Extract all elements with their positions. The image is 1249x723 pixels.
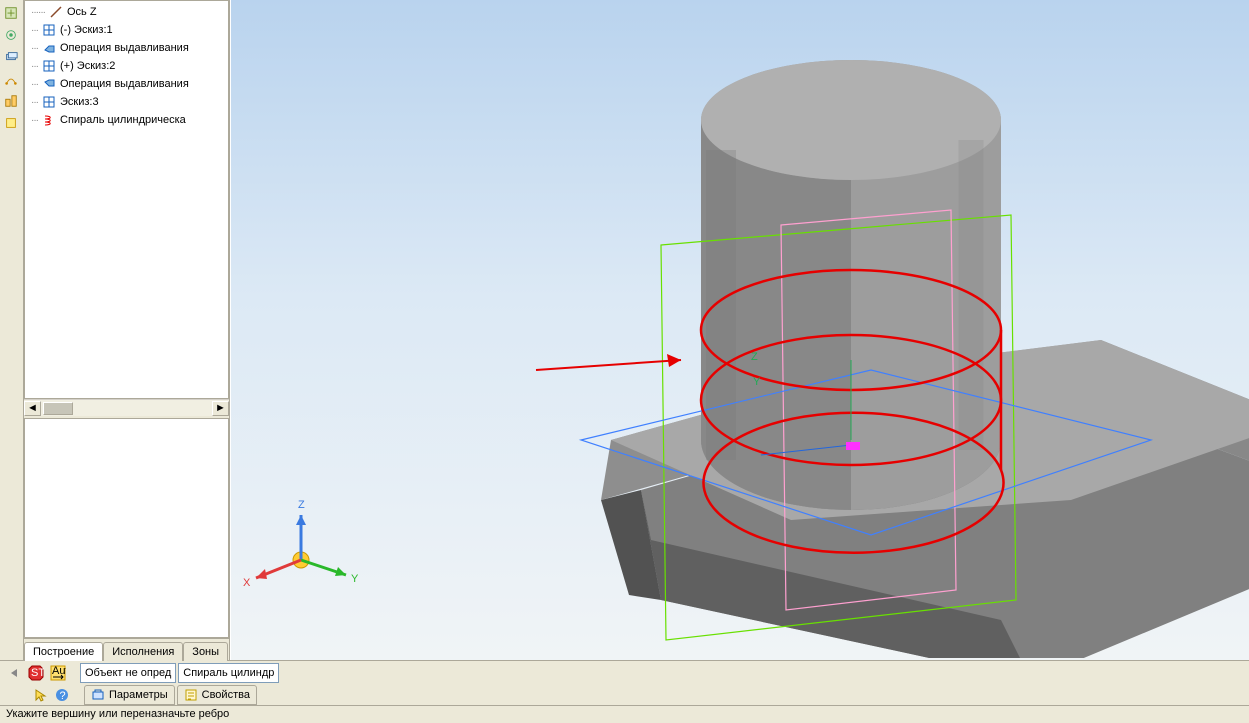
origin-z-label: Z [751, 351, 758, 363]
tree-item-label: (-) Эскиз:1 [60, 24, 113, 36]
parameters-icon [91, 688, 105, 702]
auto-icon[interactable]: Auto [48, 663, 68, 683]
help-icon[interactable]: ? [52, 685, 72, 705]
annotation-arrow [536, 354, 681, 370]
vertical-toolbar [0, 0, 24, 660]
svg-text:Auto: Auto [52, 665, 66, 677]
tree-item-label: Операция выдавливания [60, 42, 189, 54]
tree-item-axis-z[interactable]: ······ Ось Z [25, 3, 228, 21]
object-field[interactable]: Объект не опред [80, 663, 176, 683]
tool-button-6[interactable] [0, 112, 22, 134]
back-arrow-icon[interactable] [4, 663, 24, 683]
tool-button-2[interactable] [0, 24, 22, 46]
tab-parameters[interactable]: Параметры [84, 685, 175, 705]
scroll-thumb[interactable] [43, 402, 73, 415]
tab-properties[interactable]: Свойства [177, 685, 257, 705]
tree-item-sketch-1[interactable]: ··· (-) Эскиз:1 [25, 21, 228, 39]
left-panel: ······ Ось Z ··· (-) Эскиз:1 ··· Операци… [24, 0, 230, 660]
feature-tree: ······ Ось Z ··· (-) Эскиз:1 ··· Операци… [24, 0, 229, 399]
scroll-right-arrow[interactable]: ► [212, 401, 229, 416]
tool-button-5[interactable] [0, 90, 22, 112]
axis-z-label: Z [298, 499, 305, 511]
axis-icon [49, 5, 63, 19]
tool-button-3[interactable] [0, 46, 22, 68]
tab-label: Свойства [202, 689, 250, 701]
tree-item-spiral[interactable]: ··· Спираль цилиндрическа [25, 111, 228, 129]
tool-button-4[interactable] [0, 68, 22, 90]
tree-item-label: (+) Эскиз:2 [60, 60, 115, 72]
3d-viewport[interactable]: Z Y Z [230, 0, 1249, 660]
tab-label: Построение [33, 646, 94, 658]
status-bar: Укажите вершину или переназначьте ребро [0, 705, 1249, 723]
properties-icon [184, 688, 198, 702]
tab-build[interactable]: Построение [24, 642, 103, 661]
tree-item-label: Спираль цилиндрическа [60, 114, 186, 126]
command-bar: STOP Auto Объект не опред Спираль цилинд… [0, 660, 1249, 705]
tab-label: Параметры [109, 689, 168, 701]
extrude-icon [42, 77, 56, 91]
selection-tool-icon[interactable] [30, 685, 50, 705]
tree-item-label: Эскиз:3 [60, 96, 99, 108]
tab-executions[interactable]: Исполнения [103, 642, 183, 661]
origin-y-label: Y [753, 376, 761, 388]
status-text: Укажите вершину или переназначьте ребро [6, 708, 229, 720]
lower-panel [24, 418, 229, 638]
svg-text:STOP: STOP [31, 667, 44, 679]
axis-triad: Z Y X [243, 499, 359, 589]
tree-item-extrude-1[interactable]: ··· Операция выдавливания [25, 39, 228, 57]
tree-tabs: Построение Исполнения Зоны [24, 638, 229, 660]
tree-item-extrude-2[interactable]: ··· Операция выдавливания [25, 75, 228, 93]
axis-x-label: X [243, 577, 251, 589]
tree-item-sketch-3[interactable]: ··· Эскиз:3 [25, 93, 228, 111]
sketch-icon [42, 95, 56, 109]
sketch-icon [42, 23, 56, 37]
tree-item-sketch-2[interactable]: ··· (+) Эскиз:2 [25, 57, 228, 75]
spiral-icon [42, 113, 56, 127]
sketch-icon [42, 59, 56, 73]
scroll-left-arrow[interactable]: ◄ [24, 401, 41, 416]
stop-icon[interactable]: STOP [26, 663, 46, 683]
spiral-field-text: Спираль цилиндр [183, 667, 274, 679]
svg-text:?: ? [60, 690, 66, 702]
spiral-field[interactable]: Спираль цилиндр [178, 663, 279, 683]
tab-label: Зоны [192, 646, 219, 658]
object-field-text: Объект не опред [85, 667, 171, 679]
extrude-icon [42, 41, 56, 55]
tab-label: Исполнения [112, 646, 174, 658]
tree-horizontal-scrollbar[interactable]: ◄ ► [24, 399, 229, 416]
tab-zones[interactable]: Зоны [183, 642, 228, 661]
tool-button-1[interactable] [0, 2, 22, 24]
tree-item-label: Ось Z [67, 6, 97, 18]
tree-item-label: Операция выдавливания [60, 78, 189, 90]
axis-y-label: Y [351, 573, 359, 585]
